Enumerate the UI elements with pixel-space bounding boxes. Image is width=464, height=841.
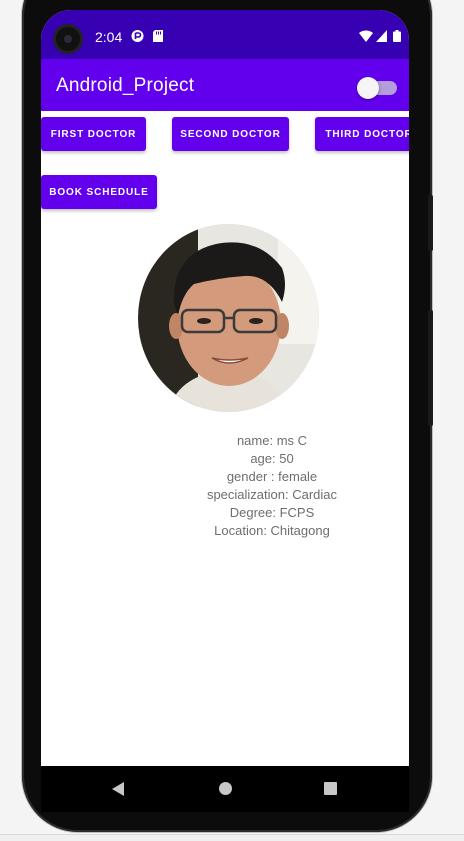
first-doctor-button[interactable]: FIRST DOCTOR	[41, 117, 146, 151]
recents-icon[interactable]	[324, 782, 337, 795]
play-protect-icon	[131, 30, 144, 42]
doctor-degree: Degree: FCPS	[229, 505, 315, 520]
status-bar: 2:04	[41, 10, 409, 59]
doctor-info: name: ms C age: 50 gender : female speci…	[141, 432, 403, 540]
doctor-portrait-image	[138, 224, 319, 412]
status-time: 2:04	[95, 29, 123, 45]
sd-card-icon	[153, 30, 163, 42]
back-icon[interactable]	[112, 782, 124, 796]
doctor-name: name: ms C	[236, 433, 308, 448]
home-icon[interactable]	[219, 782, 232, 795]
theme-toggle-switch[interactable]	[357, 77, 397, 99]
app-bar: Android_Project	[41, 59, 409, 111]
wifi-icon	[359, 30, 373, 42]
doctor-specialization: specialization: Cardiac	[206, 487, 338, 502]
doctor-gender: gender : female	[226, 469, 318, 484]
switch-thumb	[357, 77, 379, 99]
doctor-location: Location: Chitagong	[214, 523, 330, 538]
volume-button	[428, 310, 433, 426]
doctor-age: age: 50	[250, 451, 294, 466]
signal-icon	[376, 30, 387, 42]
window-bottom-strip	[0, 834, 464, 841]
doctor-photo	[138, 224, 319, 412]
camera-cutout-icon	[53, 24, 83, 54]
book-schedule-button[interactable]: BOOK SCHEDULE	[41, 175, 157, 209]
app-title: Android_Project	[56, 75, 195, 96]
second-doctor-button[interactable]: SECOND DOCTOR	[172, 117, 289, 151]
phone-screen: 2:04 Android_Project FIRST DOCTOR SECOND…	[41, 10, 409, 766]
power-button	[428, 195, 433, 251]
battery-icon	[393, 30, 401, 42]
navigation-bar	[41, 766, 409, 812]
third-doctor-button[interactable]: THIRD DOCTOR	[315, 117, 409, 151]
